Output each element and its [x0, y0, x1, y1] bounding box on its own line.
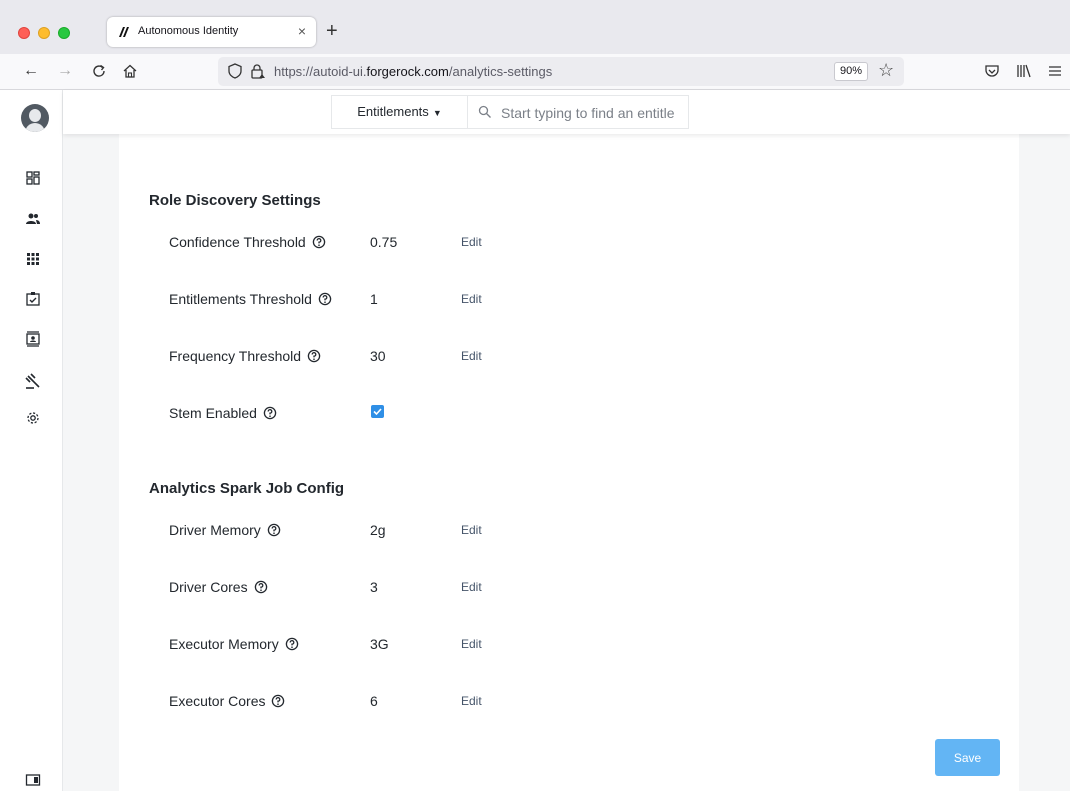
entity-type-label: Entitlements [357, 104, 429, 119]
top-search-bar: Entitlements ▼ Start typing to find an en… [63, 90, 1070, 134]
zoom-window-button[interactable] [58, 27, 70, 39]
home-icon[interactable] [122, 63, 138, 79]
reload-icon[interactable] [91, 63, 107, 79]
back-arrow-icon[interactable]: ← [23, 62, 39, 80]
browser-nav-bar: ← → https://autoid-ui.forgerock.com/anal… [0, 54, 1070, 90]
menu-icon[interactable] [1048, 64, 1062, 78]
edit-button[interactable]: Edit [461, 637, 482, 651]
app-sidebar [0, 90, 63, 791]
help-circle-icon[interactable] [312, 235, 326, 249]
help-circle-icon[interactable] [254, 580, 268, 594]
gavel-icon[interactable] [25, 373, 41, 389]
help-circle-icon[interactable] [271, 694, 285, 708]
dashboard-icon[interactable] [25, 170, 41, 186]
setting-value: 2g [370, 522, 386, 538]
assignment-check-icon[interactable] [25, 291, 41, 307]
setting-label: Stem Enabled [169, 405, 277, 421]
forward-arrow-icon[interactable]: → [57, 62, 73, 80]
help-circle-icon[interactable] [285, 637, 299, 651]
edit-button[interactable]: Edit [461, 292, 482, 306]
edit-button[interactable]: Edit [461, 349, 482, 363]
setting-value: 6 [370, 693, 378, 709]
shield-icon[interactable] [228, 63, 242, 79]
edit-button[interactable]: Edit [461, 694, 482, 708]
save-button[interactable]: Save [935, 739, 1000, 776]
search-icon [478, 105, 491, 118]
setting-value: 3 [370, 579, 378, 595]
help-circle-icon[interactable] [307, 349, 321, 363]
help-circle-icon[interactable] [263, 406, 277, 420]
entitlement-search-input[interactable]: Start typing to find an entitle [467, 95, 689, 129]
section-title-role-discovery: Role Discovery Settings [149, 192, 321, 209]
setting-label: Frequency Threshold [169, 348, 321, 364]
bookmark-star-icon[interactable]: ☆ [878, 60, 894, 81]
tab-title: Autonomous Identity [138, 25, 239, 37]
library-icon[interactable] [1016, 64, 1032, 78]
lock-icon[interactable] [250, 63, 266, 79]
help-circle-icon[interactable] [318, 292, 332, 306]
setting-label: Driver Cores [169, 579, 268, 595]
contact-card-icon[interactable] [25, 331, 41, 347]
setting-value: 1 [370, 291, 378, 307]
pocket-icon[interactable] [984, 64, 1000, 78]
close-window-button[interactable] [18, 27, 30, 39]
help-circle-icon[interactable] [267, 523, 281, 537]
edit-button[interactable]: Edit [461, 235, 482, 249]
setting-label: Driver Memory [169, 522, 281, 538]
setting-label: Entitlements Threshold [169, 291, 332, 307]
toggle-sidebar-icon[interactable] [25, 772, 41, 788]
section-title-spark-job-config: Analytics Spark Job Config [149, 480, 345, 497]
forgerock-logo-icon [119, 27, 129, 37]
browser-tab-bar: Autonomous Identity × + [0, 0, 1070, 54]
setting-label: Confidence Threshold [169, 234, 326, 250]
url-text[interactable]: https://autoid-ui.forgerock.com/analytic… [274, 64, 552, 79]
browser-tab[interactable]: Autonomous Identity × [107, 17, 316, 47]
settings-gear-icon[interactable] [25, 410, 41, 426]
caret-down-icon: ▼ [432, 108, 442, 118]
edit-button[interactable]: Edit [461, 580, 482, 594]
setting-value: 30 [370, 348, 386, 364]
checkmark-icon [373, 408, 382, 416]
stem-enabled-checkbox[interactable] [371, 405, 384, 418]
search-placeholder: Start typing to find an entitle [501, 105, 675, 121]
apps-grid-icon[interactable] [25, 251, 41, 267]
address-bar[interactable]: https://autoid-ui.forgerock.com/analytic… [218, 57, 904, 86]
new-tab-button[interactable]: + [326, 20, 338, 43]
setting-value: 0.75 [370, 234, 398, 250]
setting-label: Executor Memory [169, 636, 299, 652]
edit-button[interactable]: Edit [461, 523, 482, 537]
tab-close-icon[interactable]: × [298, 23, 306, 39]
users-icon[interactable] [25, 211, 41, 227]
setting-value: 3G [370, 636, 389, 652]
entity-type-dropdown[interactable]: Entitlements ▼ [331, 95, 467, 129]
zoom-level-badge[interactable]: 90% [834, 62, 868, 81]
avatar[interactable] [21, 104, 49, 132]
minimize-window-button[interactable] [38, 27, 50, 39]
setting-label: Executor Cores [169, 693, 285, 709]
